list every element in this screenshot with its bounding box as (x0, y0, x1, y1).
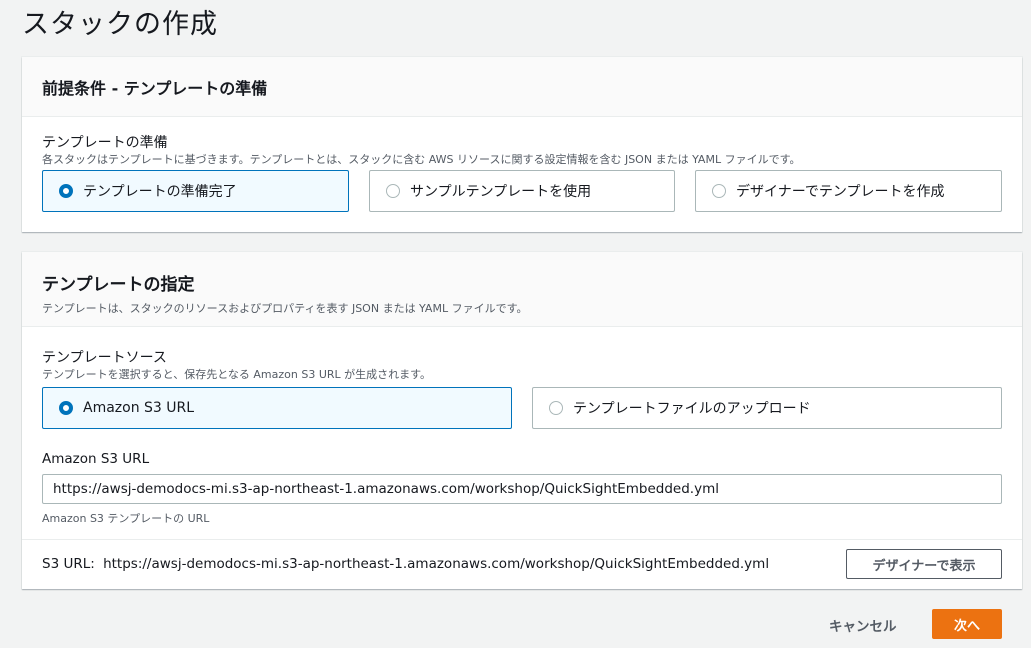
option-label: サンプルテンプレートを使用 (410, 184, 592, 200)
s3-url-hint: Amazon S3 テンプレートの URL (42, 512, 210, 525)
option-upload-template-file[interactable]: テンプレートファイルのアップロード (532, 387, 1002, 429)
prerequisite-panel: 前提条件 - テンプレートの準備 テンプレートの準備 各スタックはテンプレートに… (22, 57, 1022, 232)
option-label: デザイナーでテンプレートを作成 (736, 184, 945, 200)
option-amazon-s3-url[interactable]: Amazon S3 URL (42, 387, 512, 429)
divider (22, 539, 1022, 540)
option-label: テンプレートの準備完了 (83, 184, 237, 200)
s3-url-value: https://awsj-demodocs-mi.s3-ap-northeast… (103, 556, 770, 572)
prerequisite-title: 前提条件 - テンプレートの準備 (42, 78, 268, 98)
radio-unselected-icon (549, 401, 563, 415)
radio-unselected-icon (712, 184, 726, 198)
option-designer-template[interactable]: デザイナーでテンプレートを作成 (695, 170, 1002, 212)
radio-selected-icon (59, 401, 73, 415)
s3-url-input[interactable] (42, 474, 1002, 504)
radio-selected-icon (59, 184, 73, 198)
prepare-template-label: テンプレートの準備 (42, 135, 168, 151)
template-source-desc: テンプレートを選択すると、保存先となる Amazon S3 URL が生成されま… (42, 368, 432, 381)
view-in-designer-button[interactable]: デザイナーで表示 (846, 549, 1002, 579)
option-label: Amazon S3 URL (83, 400, 195, 416)
s3-url-field-label: Amazon S3 URL (42, 451, 150, 467)
template-source-label: テンプレートソース (42, 350, 167, 366)
specify-template-header: テンプレートの指定 テンプレートは、スタックのリソースおよびプロパティを表す J… (22, 252, 1022, 327)
specify-template-title: テンプレートの指定 (42, 275, 195, 295)
radio-unselected-icon (386, 184, 400, 198)
prerequisite-header: 前提条件 - テンプレートの準備 (22, 57, 1022, 117)
option-label: テンプレートファイルのアップロード (573, 401, 811, 417)
s3-url-prefix: S3 URL: (42, 556, 95, 572)
s3-url-display: S3 URL: https://awsj-demodocs-mi.s3-ap-n… (42, 556, 769, 572)
specify-template-panel: テンプレートの指定 テンプレートは、スタックのリソースおよびプロパティを表す J… (22, 252, 1022, 589)
option-sample-template[interactable]: サンプルテンプレートを使用 (369, 170, 675, 212)
page-title: スタックの作成 (22, 9, 218, 40)
prepare-template-desc: 各スタックはテンプレートに基づきます。テンプレートとは、スタックに含む AWS … (42, 153, 801, 166)
specify-template-desc: テンプレートは、スタックのリソースおよびプロパティを表す JSON または YA… (42, 302, 528, 315)
next-button[interactable]: 次へ (932, 609, 1002, 639)
cancel-button[interactable]: キャンセル (829, 615, 897, 635)
option-template-ready[interactable]: テンプレートの準備完了 (42, 170, 349, 212)
